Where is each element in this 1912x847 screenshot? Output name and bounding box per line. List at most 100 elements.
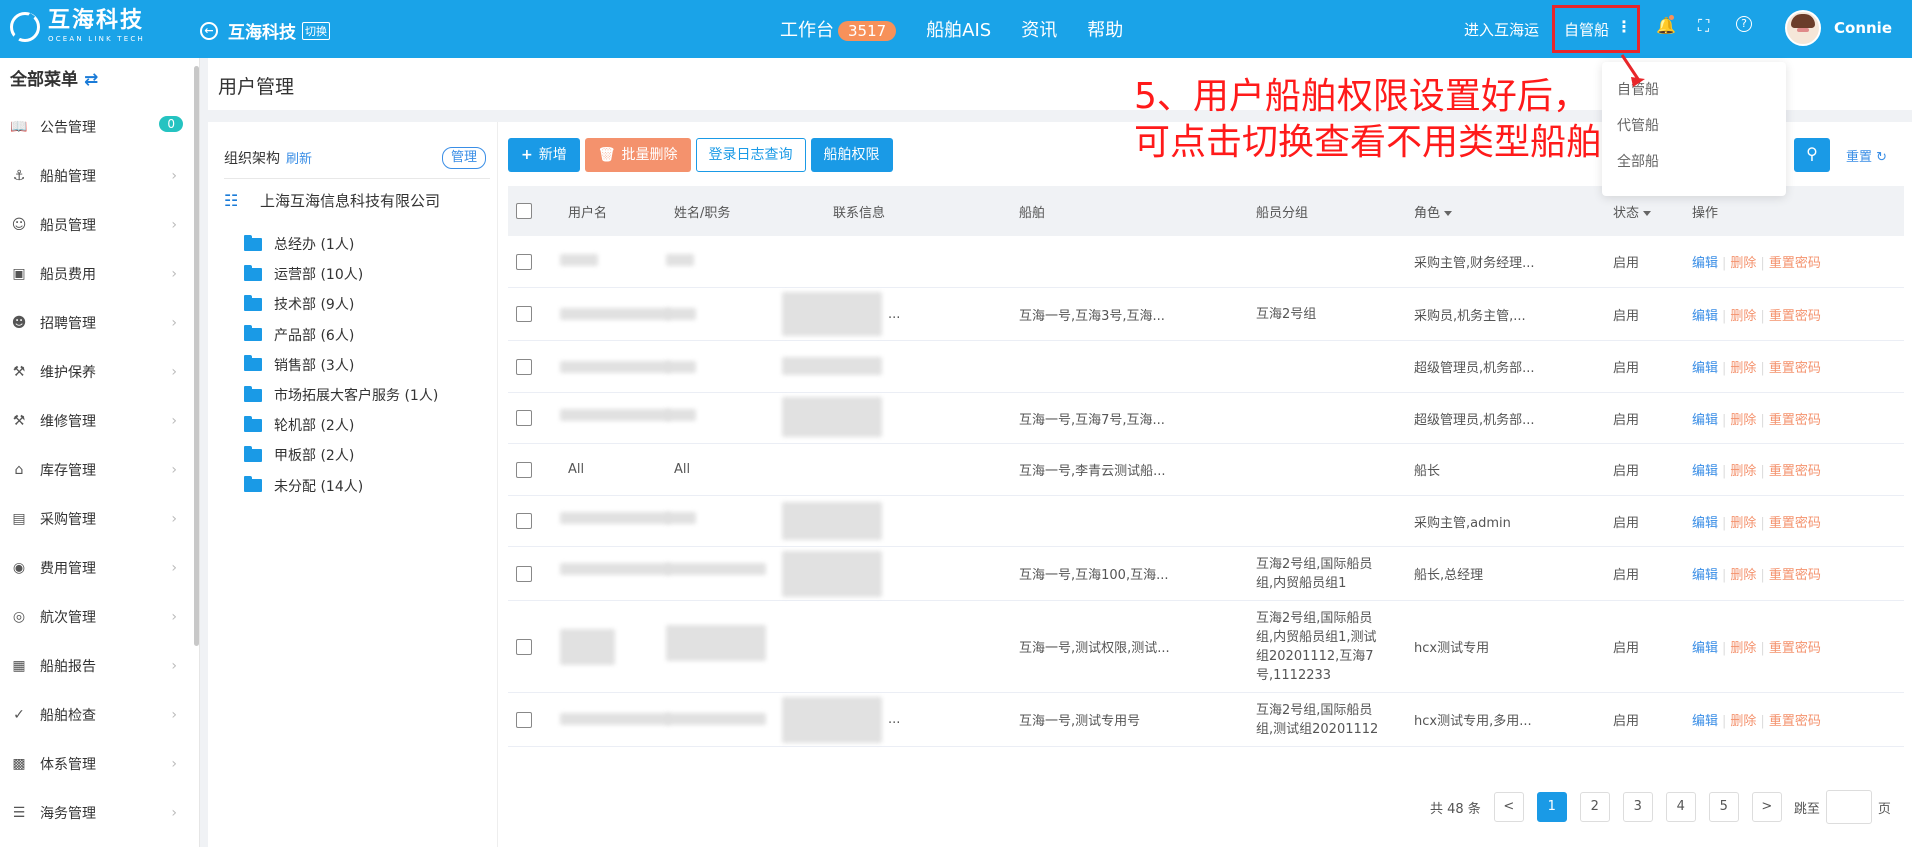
reset-password-link[interactable]: 重置密码 [1769, 309, 1821, 324]
org-refresh-link[interactable]: 刷新 [286, 152, 312, 167]
nav-help[interactable]: 帮助 [1087, 16, 1123, 42]
ship-permission-button[interactable]: 船舶权限 [810, 138, 893, 172]
org-dept-node[interactable]: 总经办 (1人) [244, 234, 354, 254]
avatar[interactable] [1785, 10, 1821, 46]
edit-link[interactable]: 编辑 [1692, 361, 1718, 376]
delete-link[interactable]: 删除 [1730, 714, 1756, 729]
delete-link[interactable]: 删除 [1730, 309, 1756, 324]
batch-delete-button[interactable]: 🗑 批量删除 [584, 138, 691, 172]
page-5-button[interactable]: 5 [1708, 792, 1739, 822]
fleet-option-managed[interactable]: 代管船 [1602, 108, 1786, 144]
reset-password-link[interactable]: 重置密码 [1769, 568, 1821, 583]
org-dept-node[interactable]: 产品部 (6人) [244, 325, 354, 345]
sidebar-item[interactable]: ▦ 船舶报告 › [0, 641, 199, 690]
sidebar-item[interactable]: ⌂ 库存管理 › [0, 445, 199, 494]
row-checkbox[interactable] [516, 410, 532, 426]
delete-link[interactable]: 删除 [1730, 641, 1756, 656]
reset-link[interactable]: 重置 ↻ [1846, 146, 1887, 165]
delete-link[interactable]: 删除 [1730, 361, 1756, 376]
org-dept-node[interactable]: 甲板部 (2人) [244, 445, 354, 465]
swap-icon[interactable]: ⇄ [84, 70, 98, 90]
edit-link[interactable]: 编辑 [1692, 309, 1718, 324]
page-4-button[interactable]: 4 [1665, 792, 1696, 822]
fullscreen-icon[interactable]: ⛶ [1698, 16, 1709, 36]
edit-link[interactable]: 编辑 [1692, 516, 1718, 531]
fleet-selector[interactable]: 自管船 [1564, 19, 1609, 40]
delete-link[interactable]: 删除 [1730, 413, 1756, 428]
org-company-node[interactable]: ☷ 上海互海信息科技有限公司 [224, 190, 440, 211]
help-icon[interactable]: ? [1736, 16, 1752, 32]
reset-password-link[interactable]: 重置密码 [1769, 641, 1821, 656]
row-checkbox[interactable] [516, 358, 532, 375]
page-2-button[interactable]: 2 [1579, 792, 1610, 822]
company-switcher[interactable]: ← 互海科技 切换 [200, 18, 330, 43]
col-role[interactable]: 角色 [1414, 202, 1453, 221]
org-dept-node[interactable]: 未分配 (14人) [244, 476, 363, 496]
org-dept-node[interactable]: 市场拓展大客户服务 (1人) [244, 385, 438, 405]
row-checkbox[interactable] [516, 513, 532, 529]
sidebar-item[interactable]: ⚒ 维修管理 › [0, 396, 199, 445]
edit-link[interactable]: 编辑 [1692, 464, 1718, 479]
org-manage-button[interactable]: 管理 [442, 147, 487, 169]
nav-news[interactable]: 资讯 [1021, 16, 1057, 42]
reset-password-link[interactable]: 重置密码 [1769, 516, 1821, 531]
delete-link[interactable]: 删除 [1730, 568, 1756, 583]
sidebar-item[interactable]: ▣ 船员费用 › [0, 249, 199, 298]
row-checkbox[interactable] [516, 638, 532, 655]
reset-password-link[interactable]: 重置密码 [1769, 413, 1821, 428]
sidebar-item[interactable]: ▩ 体系管理 › [0, 739, 199, 788]
reset-password-link[interactable]: 重置密码 [1769, 464, 1821, 479]
user-name[interactable]: Connie [1834, 19, 1892, 37]
select-all-checkbox[interactable] [516, 203, 532, 219]
enter-hihaiyun-link[interactable]: 进入互海运 [1464, 19, 1539, 40]
row-checkbox[interactable] [516, 565, 532, 582]
sidebar-item[interactable]: ☻ 招聘管理 › [0, 298, 199, 347]
org-dept-node[interactable]: 运营部 (10人) [244, 264, 363, 284]
goto-page-input[interactable] [1825, 790, 1872, 824]
add-button[interactable]: + 新增 [508, 138, 580, 172]
sidebar-item[interactable]: ▤ 采购管理 › [0, 494, 199, 543]
page-3-button[interactable]: 3 [1622, 792, 1653, 822]
delete-link[interactable]: 删除 [1730, 464, 1756, 479]
edit-link[interactable]: 编辑 [1692, 568, 1718, 583]
col-status[interactable]: 状态 [1613, 202, 1652, 221]
edit-link[interactable]: 编辑 [1692, 714, 1718, 729]
org-dept-node[interactable]: 销售部 (3人) [244, 355, 354, 375]
next-page-button[interactable]: > [1751, 792, 1782, 822]
kebab-menu-icon[interactable]: ⋮ [1616, 17, 1632, 36]
org-dept-node[interactable]: 技术部 (9人) [244, 294, 354, 314]
sidebar-scrollbar[interactable] [194, 66, 199, 646]
back-arrow-icon[interactable]: ← [200, 21, 218, 40]
page-1-button[interactable]: 1 [1536, 792, 1567, 822]
sidebar-item[interactable]: ✓ 船舶检查 › [0, 690, 199, 739]
sidebar-item[interactable]: ☺ 船员管理 › [0, 200, 199, 249]
logo[interactable]: 互海科技 OCEAN LINK TECH [10, 10, 145, 43]
all-menu-header[interactable]: 全部菜单 ⇄ [0, 58, 199, 102]
login-log-button[interactable]: 登录日志查询 [695, 138, 806, 172]
sidebar-item[interactable]: ◎ 航次管理 › [0, 592, 199, 641]
org-dept-node[interactable]: 轮机部 (2人) [244, 415, 354, 435]
prev-page-button[interactable]: < [1493, 792, 1524, 822]
edit-link[interactable]: 编辑 [1692, 641, 1718, 656]
nav-ship-ais[interactable]: 船舶AIS [926, 16, 991, 42]
edit-link[interactable]: 编辑 [1692, 413, 1718, 428]
search-button[interactable]: ⚲ [1794, 138, 1830, 172]
edit-link[interactable]: 编辑 [1692, 256, 1718, 271]
row-checkbox[interactable] [516, 253, 532, 270]
sidebar-item[interactable]: 📖 公告管理 0 [0, 102, 199, 151]
sidebar-item[interactable]: ⚒ 维护保养 › [0, 347, 199, 396]
reset-password-link[interactable]: 重置密码 [1769, 256, 1821, 271]
switch-company-tag[interactable]: 切换 [302, 21, 330, 40]
nav-workbench[interactable]: 工作台 3517 [780, 16, 897, 42]
delete-link[interactable]: 删除 [1730, 256, 1756, 271]
sidebar-item[interactable]: ◉ 费用管理 › [0, 543, 199, 592]
row-checkbox[interactable] [516, 461, 532, 478]
row-checkbox[interactable] [516, 711, 532, 728]
reset-password-link[interactable]: 重置密码 [1769, 361, 1821, 376]
reset-password-link[interactable]: 重置密码 [1769, 714, 1821, 729]
sidebar-item[interactable]: ☰ 海务管理 › [0, 788, 199, 837]
row-checkbox[interactable] [516, 306, 532, 322]
fleet-option-all[interactable]: 全部船 [1602, 144, 1786, 180]
sidebar-item[interactable]: ⚓ 船舶管理 › [0, 151, 199, 200]
delete-link[interactable]: 删除 [1730, 516, 1756, 531]
